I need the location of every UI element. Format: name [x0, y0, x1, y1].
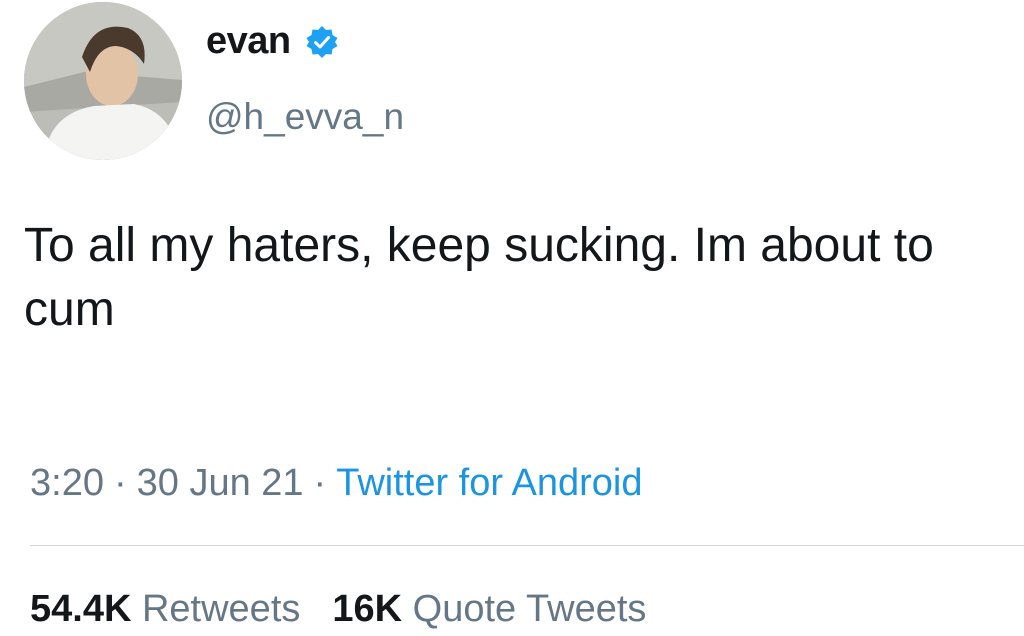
quote-tweets-stat[interactable]: 16K Quote Tweets — [332, 588, 646, 630]
avatar-image — [24, 2, 182, 160]
user-handle[interactable]: @h_evva_n — [206, 96, 404, 138]
tweet-stats: 54.4K Retweets 16K Quote Tweets — [30, 588, 646, 631]
tweet-text: To all my haters, keep sucking. Im about… — [24, 219, 934, 336]
avatar[interactable] — [24, 2, 182, 160]
tweet-date[interactable]: 30 Jun 21 — [137, 462, 304, 504]
display-name[interactable]: evan — [206, 20, 291, 63]
quote-tweets-label: Quote Tweets — [412, 588, 647, 630]
divider — [30, 545, 1024, 546]
retweets-label: Retweets — [141, 588, 301, 630]
tweet-meta: 3:20 · 30 Jun 21 · Twitter for Android — [30, 462, 642, 505]
retweets-count: 54.4K — [30, 588, 132, 630]
quote-tweets-count: 16K — [332, 588, 403, 630]
verified-badge-icon — [306, 25, 338, 58]
name-row: evan — [206, 20, 339, 63]
meta-separator: · — [313, 462, 327, 504]
tweet-source-link[interactable]: Twitter for Android — [336, 462, 642, 504]
tweet-time[interactable]: 3:20 — [30, 462, 104, 504]
retweets-stat[interactable]: 54.4K Retweets — [30, 588, 300, 630]
meta-separator: · — [113, 462, 127, 504]
